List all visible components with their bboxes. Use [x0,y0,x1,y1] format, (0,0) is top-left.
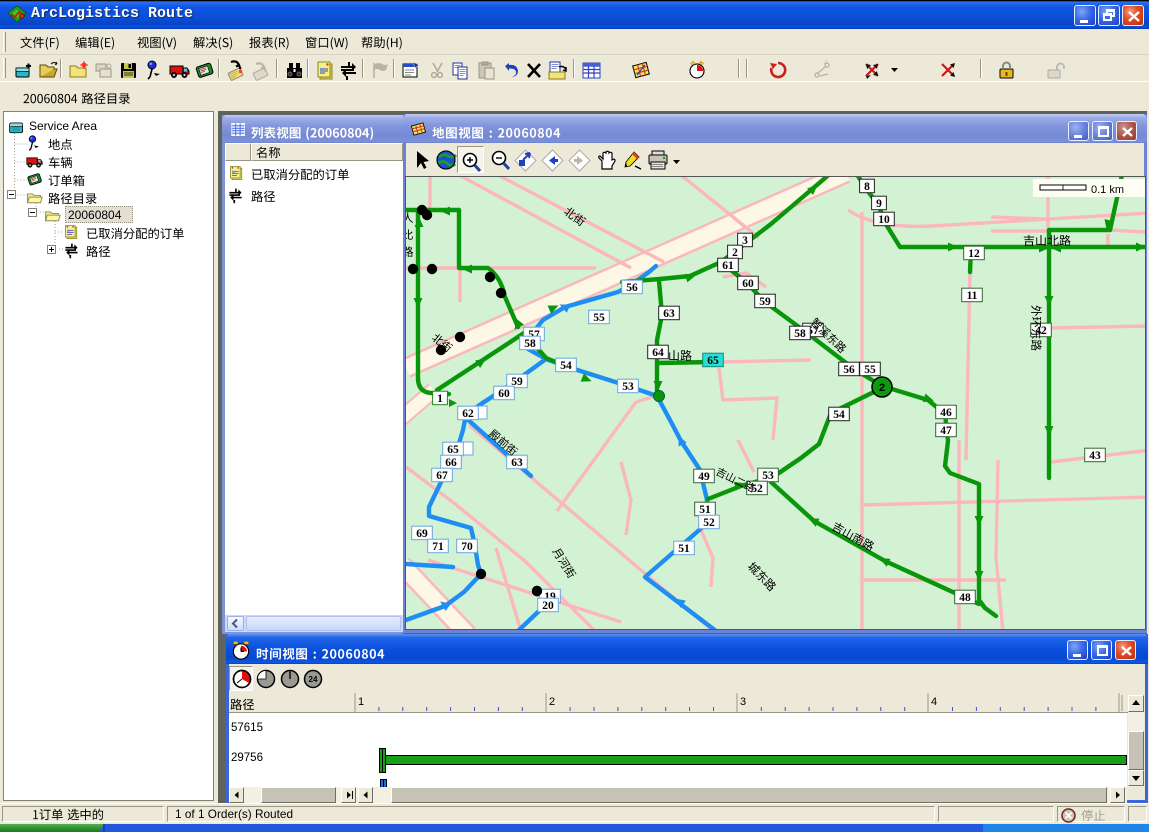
svg-text:55: 55 [864,364,876,376]
svg-text:12: 12 [968,248,980,260]
svg-text:63: 63 [511,457,523,469]
svg-text:20: 20 [542,600,554,612]
svg-text:3: 3 [742,235,748,247]
svg-text:2: 2 [879,382,885,394]
svg-text:60: 60 [742,278,754,290]
svg-text:2: 2 [732,247,738,259]
svg-text:66: 66 [445,457,457,469]
svg-text:65: 65 [447,444,459,456]
svg-text:71: 71 [432,541,444,553]
svg-text:62: 62 [462,408,474,420]
svg-text:48: 48 [959,592,971,604]
svg-text:69: 69 [416,528,428,540]
svg-text:51: 51 [699,504,711,516]
svg-text:11: 11 [967,290,978,302]
svg-text:10: 10 [878,214,890,226]
svg-text:55: 55 [593,312,605,324]
svg-text:1: 1 [358,696,364,708]
svg-text:4: 4 [931,696,937,708]
svg-text:54: 54 [833,409,845,421]
svg-text:53: 53 [762,470,774,482]
svg-text:53: 53 [622,381,634,393]
svg-text:58: 58 [524,338,536,350]
svg-text:59: 59 [759,296,771,308]
svg-text:8: 8 [864,181,870,193]
svg-text:51: 51 [678,543,690,555]
svg-text:52: 52 [703,517,715,529]
svg-text:56: 56 [626,282,638,294]
svg-text:61: 61 [722,260,734,272]
svg-text:64: 64 [652,347,664,359]
svg-text:67: 67 [436,470,448,482]
svg-text:65: 65 [707,355,719,367]
svg-text:43: 43 [1089,450,1101,462]
svg-text:54: 54 [560,360,572,372]
svg-text:70: 70 [461,541,473,553]
svg-text:60: 60 [498,388,510,400]
svg-text:46: 46 [940,407,952,419]
svg-text:3: 3 [740,696,746,708]
svg-text:9: 9 [876,198,882,210]
svg-text:0.1 km: 0.1 km [1091,184,1124,196]
svg-text:63: 63 [663,308,675,320]
svg-text:1: 1 [437,393,443,405]
svg-text:24: 24 [309,675,318,684]
svg-text:49: 49 [698,471,710,483]
svg-text:56: 56 [843,364,855,376]
svg-text:47: 47 [940,425,952,437]
svg-text:58: 58 [794,328,806,340]
svg-text:2: 2 [549,696,555,708]
